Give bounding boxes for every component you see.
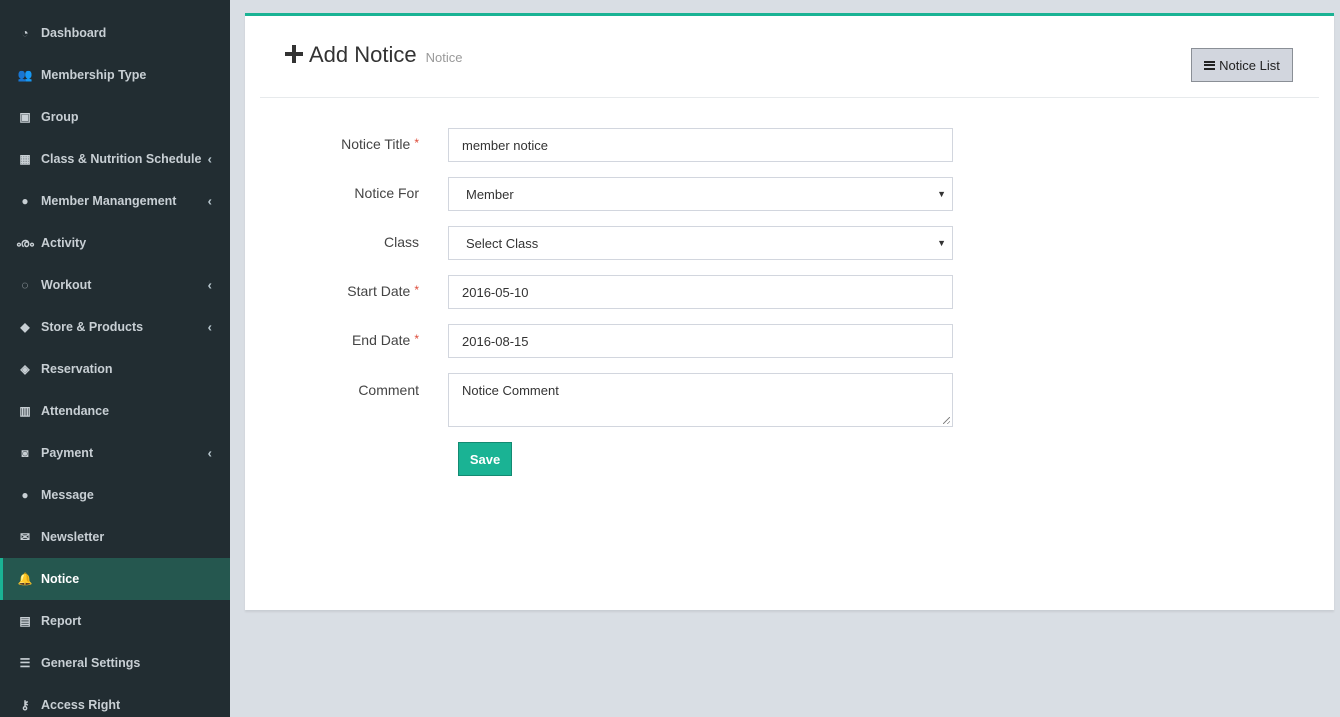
sidebar-item-general-settings[interactable]: ☰ General Settings bbox=[0, 642, 230, 684]
users-icon: 👥 bbox=[17, 68, 33, 82]
add-notice-panel: Add Notice Notice Notice List Notice Tit… bbox=[245, 13, 1334, 610]
end-date-value: 2016-08-15 bbox=[462, 333, 529, 349]
sidebar-item-reservation[interactable]: ◈ Reservation bbox=[0, 348, 230, 390]
money-icon: ◙ bbox=[21, 446, 29, 460]
save-button[interactable]: Save bbox=[458, 442, 512, 476]
comment-placeholder: Notice Comment bbox=[462, 383, 559, 398]
sidebar-item-notice[interactable]: 🔔 Notice bbox=[0, 558, 230, 600]
sidebar-item-report[interactable]: ▤ Report bbox=[0, 600, 230, 642]
chevron-left-icon: ‹ bbox=[207, 151, 212, 167]
sidebar-item-payment[interactable]: ◙ Payment ‹ bbox=[0, 432, 230, 474]
sidebar-item-newsletter[interactable]: ✉ Newsletter bbox=[0, 516, 230, 558]
required-mark: * bbox=[414, 283, 419, 297]
barcode-icon: ▥ bbox=[19, 404, 31, 418]
class-select[interactable]: Select Class ▼ bbox=[448, 226, 953, 260]
sidebar-item-label: Group bbox=[41, 110, 79, 124]
dashboard-icon: ◔ bbox=[21, 26, 29, 40]
calendar-icon: ▦ bbox=[19, 152, 31, 166]
sidebar-item-label: Dashboard bbox=[41, 26, 107, 40]
sidebar-item-label: Access Right bbox=[41, 698, 121, 712]
comment-textarea[interactable]: Notice Comment bbox=[448, 373, 953, 427]
sidebar-item-membership-type[interactable]: 👥 Membership Type bbox=[0, 54, 230, 96]
envelope-icon: ✉ bbox=[19, 530, 31, 544]
bell-icon: 🔔 bbox=[17, 572, 33, 586]
sidebar-item-label: Membership Type bbox=[41, 68, 147, 82]
group-icon: ▣ bbox=[19, 110, 31, 124]
panel-header: Add Notice Notice Notice List bbox=[260, 16, 1319, 98]
sidebar-item-label: Class & Nutrition Schedule bbox=[41, 152, 202, 166]
class-value: Select Class bbox=[466, 235, 539, 251]
workout-icon: ◌ bbox=[21, 278, 29, 292]
end-date-input[interactable]: 2016-08-15 bbox=[448, 324, 953, 358]
sidebar-item-store-products[interactable]: ◆ Store & Products ‹ bbox=[0, 306, 230, 348]
notice-title-label: Notice Title * bbox=[341, 136, 419, 152]
ticket-icon: ◈ bbox=[20, 362, 30, 376]
sidebar-item-message[interactable]: ● Message bbox=[0, 474, 230, 516]
notice-list-label: Notice List bbox=[1219, 57, 1280, 73]
sidebar-item-activity[interactable]: ൟ Activity bbox=[0, 222, 230, 264]
bars-icon bbox=[1204, 60, 1216, 70]
sidebar-item-label: Workout bbox=[41, 278, 92, 292]
plus-icon bbox=[285, 45, 303, 63]
chevron-left-icon: ‹ bbox=[207, 445, 212, 461]
title-wrap: Add Notice Notice bbox=[285, 42, 462, 68]
caret-down-icon: ▼ bbox=[937, 238, 946, 248]
sidebar-item-class-nutrition-schedule[interactable]: ▦ Class & Nutrition Schedule ‹ bbox=[0, 138, 230, 180]
sidebar: ◔ Dashboard 👥 Membership Type ▣ Group ▦ Class &… bbox=[0, 0, 230, 717]
notice-for-value: Member bbox=[466, 186, 514, 202]
sidebar-item-label: Notice bbox=[41, 572, 80, 586]
required-mark: * bbox=[414, 136, 419, 150]
sidebar-item-label: Newsletter bbox=[41, 530, 105, 544]
page-subtitle: Notice bbox=[425, 50, 463, 65]
required-mark: * bbox=[414, 332, 419, 346]
comment-label: Comment bbox=[358, 382, 419, 398]
sidebar-item-label: Activity bbox=[41, 236, 87, 250]
sidebar-item-group[interactable]: ▣ Group bbox=[0, 96, 230, 138]
start-date-value: 2016-05-10 bbox=[462, 284, 529, 300]
chevron-left-icon: ‹ bbox=[207, 277, 212, 293]
start-date-input[interactable]: 2016-05-10 bbox=[448, 275, 953, 309]
sidebar-item-label: Reservation bbox=[41, 362, 113, 376]
sidebar-item-attendance[interactable]: ▥ Attendance bbox=[0, 390, 230, 432]
page-title: Add Notice bbox=[309, 42, 417, 67]
notice-list-button[interactable]: Notice List bbox=[1191, 48, 1293, 82]
notice-title-value: member notice bbox=[462, 137, 548, 153]
chevron-left-icon: ‹ bbox=[207, 193, 212, 209]
sidebar-item-member-manangement[interactable]: ● Member Manangement ‹ bbox=[0, 180, 230, 222]
tags-icon: ◆ bbox=[20, 320, 30, 334]
sidebar-item-label: General Settings bbox=[41, 656, 141, 670]
notice-for-label: Notice For bbox=[354, 185, 419, 201]
class-label: Class bbox=[383, 234, 419, 250]
notice-title-input[interactable]: member notice bbox=[448, 128, 953, 162]
user-icon: ● bbox=[21, 194, 29, 208]
sidebar-item-label: Store & Products bbox=[41, 320, 144, 334]
bicycle-icon: ൟ bbox=[16, 235, 34, 250]
chevron-left-icon: ‹ bbox=[207, 319, 212, 335]
caret-down-icon: ▼ bbox=[937, 189, 946, 199]
sidebar-item-label: Attendance bbox=[41, 404, 110, 418]
sidebar-item-label: Member Manangement bbox=[41, 194, 177, 208]
resize-handle[interactable] bbox=[943, 417, 950, 424]
sidebar-item-label: Report bbox=[41, 614, 82, 628]
sidebar-item-workout[interactable]: ◌ Workout ‹ bbox=[0, 264, 230, 306]
sliders-icon: ☰ bbox=[19, 656, 31, 670]
notice-for-select[interactable]: Member ▼ bbox=[448, 177, 953, 211]
key-icon: ⚷ bbox=[20, 698, 30, 712]
sidebar-item-dashboard[interactable]: ◔ Dashboard bbox=[0, 12, 230, 54]
sidebar-item-label: Message bbox=[41, 488, 94, 502]
start-date-label: Start Date * bbox=[347, 283, 419, 299]
sidebar-item-access-right[interactable]: ⚷ Access Right bbox=[0, 684, 230, 717]
end-date-label: End Date * bbox=[351, 332, 419, 348]
file-icon: ▤ bbox=[19, 614, 31, 628]
comment-icon: ● bbox=[21, 488, 29, 502]
sidebar-item-label: Payment bbox=[41, 446, 94, 460]
